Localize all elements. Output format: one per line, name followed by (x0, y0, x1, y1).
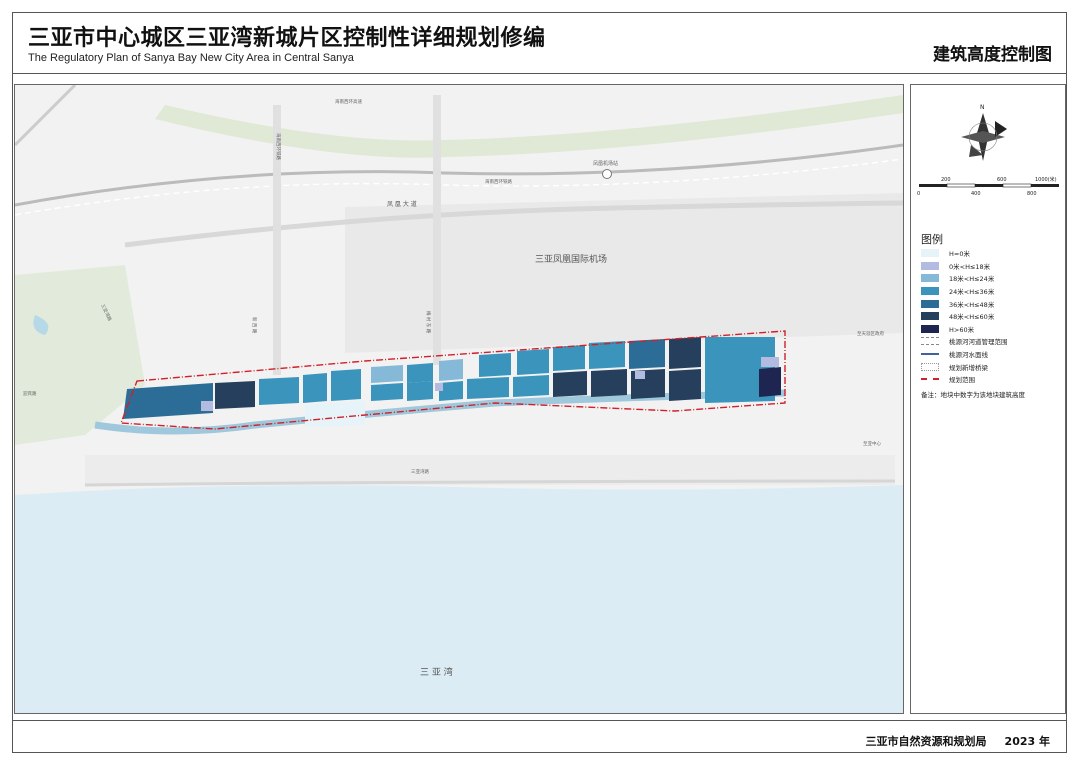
legend-swatch (921, 274, 939, 283)
block-24-36[interactable] (407, 381, 433, 401)
block-48-60[interactable] (591, 369, 627, 397)
plan-year: 2023 年 (1004, 735, 1050, 748)
block-over-60[interactable] (759, 367, 781, 397)
legend-label: H>60米 (949, 325, 975, 334)
sheet-title: 建筑高度控制图 (933, 45, 1052, 65)
legend-item: H>60米 (921, 323, 1066, 336)
block-h0[interactable] (305, 401, 365, 427)
block-24-36[interactable] (553, 345, 585, 371)
legend-swatch (921, 299, 939, 308)
legend-note: 备注：地块中数字为该地块建筑高度 (921, 390, 1025, 399)
legend-item: 规划范围 (921, 373, 1066, 386)
legend-item: 36米<H≤48米 (921, 297, 1066, 310)
block-48-60[interactable] (553, 371, 587, 397)
legend-title: 图例 (921, 233, 943, 246)
scale-top-label: 600 (997, 177, 1007, 183)
block-36-48[interactable] (123, 383, 213, 419)
legend-swatch (921, 287, 939, 296)
road-label-e: 至天涯区政府 (857, 330, 884, 337)
legend-label: H=0米 (949, 250, 970, 259)
scale-bottom-label: 400 (971, 191, 981, 197)
scale-top-label: 200 (941, 177, 951, 183)
road-label-a: 海南西环铁路 (275, 133, 282, 160)
legend-label: 桃源河水面线 (949, 351, 988, 360)
plan-subtitle: The Regulatory Plan of Sanya Bay New Cit… (28, 52, 354, 64)
road-label-f: 至亚中心 (863, 440, 881, 447)
block-48-60[interactable] (215, 381, 255, 409)
legend-label: 桃源河河道管理范围 (949, 338, 1008, 347)
block-48-60[interactable] (669, 369, 701, 401)
legend-label: 18米<H≤24米 (949, 275, 995, 284)
block-24-36[interactable] (407, 363, 433, 383)
legend-label: 0米<H≤18米 (949, 262, 991, 271)
legend-list: H=0米 0米<H≤18米 18米<H≤24米 24米<H≤36米 36米<H≤… (921, 247, 1066, 399)
agency-name: 三亚市自然资源和规划局 (865, 735, 987, 748)
block-0-18[interactable] (435, 383, 443, 391)
highway-label: 海南西环高速 (335, 98, 362, 105)
road-label-c: 梅 村 东 路 (425, 311, 432, 334)
legend-label: 规划新增桥梁 (949, 363, 988, 372)
block-24-36[interactable] (259, 377, 299, 405)
legend-swatch (921, 249, 939, 258)
legend-panel: N 200 600 1000(米) 0 400 800 图例 H=0米 0米<H… (910, 84, 1066, 714)
block-0-18[interactable] (635, 371, 645, 379)
compass-and-scale: N 200 600 1000(米) 0 400 800 (917, 104, 1059, 197)
map-panel[interactable]: 三亚凤凰国际机场 三 亚 湾 凤 凰 大 道 凤凰机场站 海南西环铁路 海南西环… (14, 84, 904, 714)
railway-label: 海南西环铁路 (485, 178, 512, 185)
legend-item: 24米<H≤36米 (921, 285, 1066, 298)
header-divider (12, 73, 1067, 74)
road-label-b: 新 西 路 (251, 317, 258, 334)
block-24-36[interactable] (371, 383, 403, 401)
legend-swatch (921, 362, 939, 371)
avenue-label: 凤 凰 大 道 (387, 200, 417, 208)
plan-title: 三亚市中心城区三亚湾新城片区控制性详细规划修编 (28, 26, 546, 51)
legend-item: 18米<H≤24米 (921, 272, 1066, 285)
block-24-36[interactable] (331, 369, 361, 401)
legend-item: H=0米 (921, 247, 1066, 260)
legend-label: 36米<H≤48米 (949, 300, 995, 309)
block-0-18[interactable] (761, 357, 779, 367)
footer-divider (12, 720, 1067, 721)
legend-swatch (921, 337, 939, 346)
legend-label: 24米<H≤36米 (949, 288, 995, 297)
block-18-24[interactable] (371, 365, 403, 383)
scale-bottom-label: 800 (1027, 191, 1037, 197)
legend-swatch (921, 353, 939, 356)
footer: 三亚市自然资源和规划局 2023 年 (848, 733, 1050, 749)
legend-swatch (921, 377, 939, 381)
airport-label: 三亚凤凰国际机场 (535, 253, 607, 265)
legend-label: 48米<H≤60米 (949, 313, 995, 322)
legend-item: 0米<H≤18米 (921, 260, 1066, 273)
block-24-36[interactable] (513, 375, 549, 397)
block-24-36[interactable] (479, 353, 511, 377)
north-label: N (980, 104, 985, 111)
legend-item: 桃源河水面线 (921, 348, 1066, 361)
legend-label: 规划范围 (949, 376, 975, 385)
legend-item: 48米<H≤60米 (921, 310, 1066, 323)
legend-item: 桃源河河道管理范围 (921, 335, 1066, 348)
block-24-36[interactable] (467, 377, 509, 399)
road-label-g: 三亚湾路 (411, 468, 429, 475)
block-36-48[interactable] (629, 339, 665, 369)
block-18-24[interactable] (439, 359, 463, 381)
block-48-60[interactable] (669, 337, 701, 369)
station-icon (602, 169, 612, 179)
scale-bar: 200 600 1000(米) 0 400 800 (917, 176, 1059, 197)
block-0-18[interactable] (201, 401, 213, 411)
legend-swatch (921, 261, 939, 270)
block-24-36[interactable] (303, 373, 327, 403)
sea-area (15, 485, 903, 713)
block-24-36[interactable] (517, 349, 549, 375)
legend-swatch (921, 312, 939, 321)
legend-swatch (921, 324, 939, 333)
road-label-h: 迎宾路 (23, 390, 37, 397)
road-meicun (433, 95, 441, 365)
station-label: 凤凰机场站 (593, 160, 618, 167)
map-canvas: 三亚凤凰国际机场 三 亚 湾 凤 凰 大 道 凤凰机场站 海南西环铁路 海南西环… (15, 85, 903, 713)
bay-label: 三 亚 湾 (420, 666, 453, 678)
scale-top-label: 1000(米) (1035, 176, 1057, 183)
legend-item: 规划新增桥梁 (921, 360, 1066, 373)
scale-bottom-label: 0 (917, 191, 920, 197)
compass-rose-icon (961, 113, 1007, 161)
